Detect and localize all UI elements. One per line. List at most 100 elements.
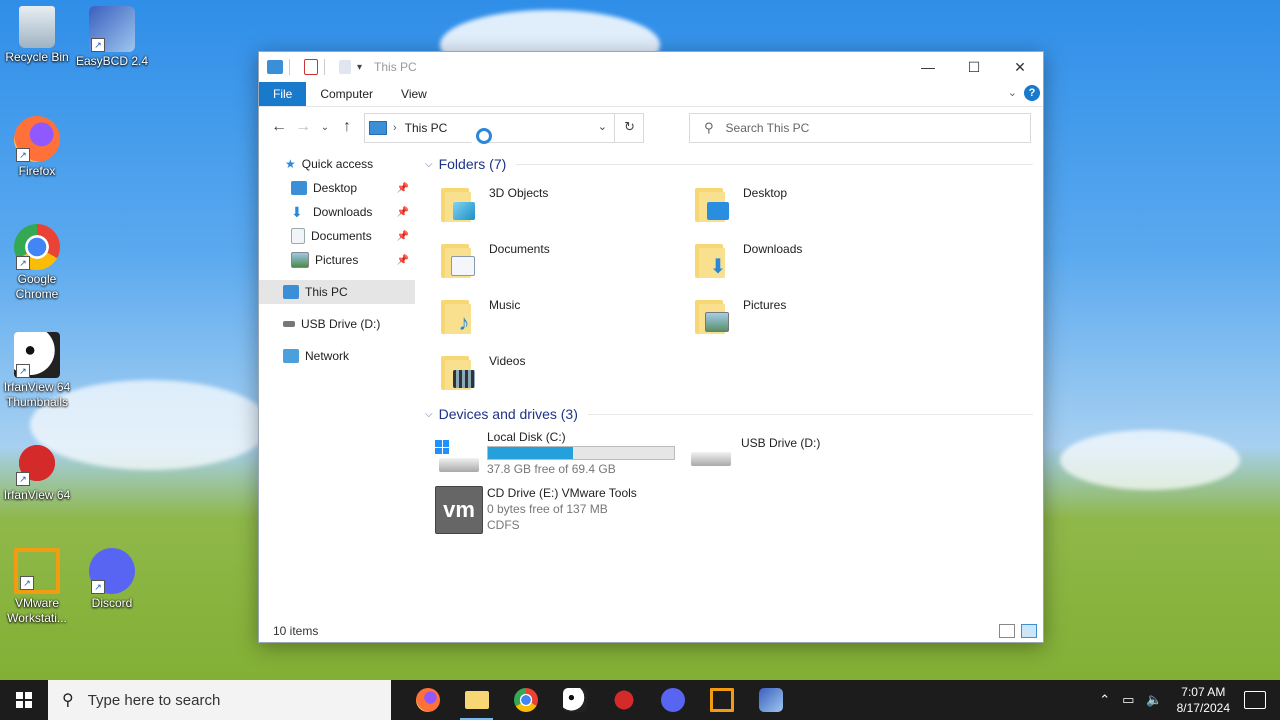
desktop-icon-chrome[interactable]: ↗ Google Chrome [0,224,74,302]
network-icon [283,349,299,363]
drive-cd-e[interactable]: vm CD Drive (E:) VMware Tools 0 bytes fr… [421,482,681,542]
content-pane: ⌵ Folders (7) 3D Objects Desktop Documen… [421,152,1033,622]
folders-group-header[interactable]: ⌵ Folders (7) [421,152,1033,176]
show-hidden-icons-chevron-icon[interactable]: ⌃ [1099,692,1110,708]
sidebar-item-downloads[interactable]: ⬇ Downloads 📌 [259,200,415,224]
drive-usb-d[interactable]: USB Drive (D:) [675,426,915,478]
start-button[interactable] [0,680,48,720]
taskbar-chrome[interactable] [501,680,550,720]
folder-videos-icon [441,350,475,390]
taskbar-firefox[interactable] [403,680,452,720]
folder-desktop[interactable]: Desktop [675,178,915,230]
folder-music[interactable]: ♪ Music [421,290,661,342]
tab-view[interactable]: View [387,82,441,106]
search-input[interactable] [723,120,1008,136]
taskbar-search-box[interactable]: ⚲ [48,680,391,720]
folder-documents[interactable]: Documents [421,234,661,286]
sidebar-item-pictures[interactable]: Pictures 📌 [259,248,415,272]
easybcd-icon [758,688,783,712]
taskbar-vmware[interactable] [697,680,746,720]
folder-music-icon: ♪ [441,294,475,334]
disk-usage-bar [487,446,675,460]
collapse-chevron-icon[interactable]: ⌵ [425,159,433,170]
sidebar-item-desktop[interactable]: Desktop 📌 [259,176,415,200]
taskbar-search-input[interactable] [85,690,370,710]
taskbar-discord[interactable] [648,680,697,720]
download-arrow-icon: ⬇ [291,203,303,220]
desktop-icon [291,181,307,195]
folder-desktop-icon [695,182,729,222]
folder-downloads-icon: ⬇ [695,238,729,278]
drives-group-header[interactable]: ⌵ Devices and drives (3) [421,402,1033,426]
tab-file[interactable]: File [259,82,307,106]
navigation-pane: ★ Quick access Desktop 📌 ⬇ Downloads 📌 D… [259,146,415,616]
back-arrow-icon[interactable]: ← [267,118,291,136]
this-pc-icon [283,285,299,299]
busy-indicator-icon [476,128,492,144]
maximize-button[interactable]: ☐ [951,52,997,82]
file-explorer-icon [464,691,489,709]
breadcrumb-chevron-icon[interactable]: › [393,122,397,134]
folder-pictures[interactable]: Pictures [675,290,915,342]
sidebar-item-quick-access[interactable]: ★ Quick access [259,152,415,176]
taskbar-easybcd[interactable] [746,680,795,720]
desktop-icon-irfanview-thumbnails[interactable]: ↗ IrfanView 64 Thumbnails [0,332,74,410]
recent-locations-icon[interactable]: ⌄ [315,122,335,133]
system-tray: ⌃ ▭ 🔈 7:07 AM 8/17/2024 [1093,680,1280,720]
chrome-icon: ↗ [14,224,60,270]
properties-icon[interactable] [304,59,318,75]
action-center-icon[interactable] [1244,691,1266,709]
folder-3d-objects-icon [441,182,475,222]
sidebar-item-this-pc[interactable]: This PC [259,280,415,304]
taskbar-irfanview[interactable] [599,680,648,720]
search-box[interactable]: ⚲ [689,113,1031,143]
taskbar-file-explorer[interactable] [452,680,501,720]
desktop-icon-vmware[interactable]: ↗ VMware Workstati... [0,548,74,626]
usb-drive-icon [689,436,733,480]
irfanview-thumbnails-icon [562,688,587,712]
up-arrow-icon[interactable]: ↑ [335,118,359,136]
folder-downloads[interactable]: ⬇ Downloads [675,234,915,286]
windows-drive-icon [435,436,479,480]
discord-icon [660,688,685,712]
folder-documents-icon [441,238,475,278]
desktop-icon-easybcd[interactable]: ↗ EasyBCD 2.4 [75,6,149,69]
close-button[interactable]: ✕ [997,52,1043,82]
desktop-icon-recycle-bin[interactable]: Recycle Bin [0,6,74,65]
sidebar-item-documents[interactable]: Documents 📌 [259,224,415,248]
forward-arrow-icon[interactable]: → [291,118,315,136]
taskbar-irfanview-thumbnails[interactable] [550,680,599,720]
desktop-icon-discord[interactable]: ↗ Discord [75,548,149,611]
new-folder-icon[interactable] [339,60,351,74]
search-icon: ⚲ [62,692,74,709]
volume-muted-icon[interactable]: 🔈 [1146,692,1162,708]
search-icon: ⚲ [704,120,714,135]
desktop-icon-irfanview[interactable]: ↗ IrfanView 64 [0,440,74,503]
vmware-icon [709,688,734,712]
address-bar[interactable]: › This PC ⌄ ↻ [364,113,644,143]
drive-local-disk-c[interactable]: Local Disk (C:) 37.8 GB free of 69.4 GB [421,426,681,478]
network-status-icon[interactable]: ▭ [1122,692,1134,708]
explorer-window: ▾ This PC — ☐ ✕ File Computer View ⌄ ? ←… [258,51,1044,643]
discord-icon: ↗ [89,548,135,594]
minimize-button[interactable]: — [905,52,951,82]
collapse-chevron-icon[interactable]: ⌵ [425,409,433,420]
folder-3d-objects[interactable]: 3D Objects [421,178,661,230]
tab-computer[interactable]: Computer [306,82,387,106]
large-icons-view-icon[interactable] [1021,624,1037,638]
address-dropdown-icon[interactable]: ⌄ [598,120,607,133]
breadcrumb-this-pc[interactable]: This PC [405,121,448,135]
refresh-icon[interactable]: ↻ [624,119,635,135]
clock[interactable]: 7:07 AM 8/17/2024 [1177,684,1230,716]
sidebar-item-usb-drive[interactable]: USB Drive (D:) [259,312,415,336]
sidebar-item-network[interactable]: Network [259,344,415,368]
status-item-count: 10 items [273,624,319,638]
help-icon[interactable]: ? [1024,85,1040,101]
expand-ribbon-icon[interactable]: ⌄ [1008,86,1017,99]
details-view-icon[interactable] [999,624,1015,638]
customize-quick-access-icon[interactable]: ▾ [357,62,362,73]
irfanview-icon [611,688,636,712]
firefox-icon: ↗ [14,116,60,162]
folder-videos[interactable]: Videos [421,346,661,398]
desktop-icon-firefox[interactable]: ↗ Firefox [0,116,74,179]
